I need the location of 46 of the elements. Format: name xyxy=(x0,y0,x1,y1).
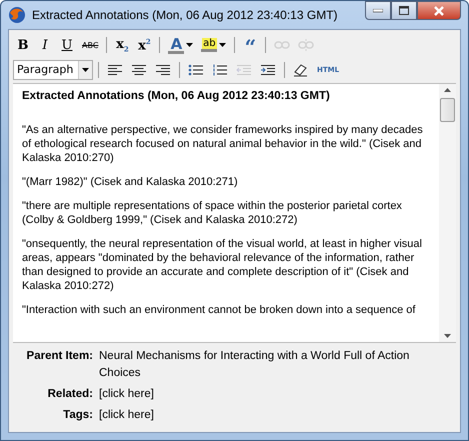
indent-icon xyxy=(260,64,276,76)
maximize-icon xyxy=(399,6,409,15)
bulleted-list-icon xyxy=(188,64,204,76)
scrollbar-thumb[interactable] xyxy=(440,98,455,122)
close-icon xyxy=(434,6,444,16)
blockquote-button[interactable]: “ xyxy=(240,34,260,56)
scroll-up-arrow-icon[interactable] xyxy=(444,88,451,92)
align-right-icon xyxy=(155,64,171,76)
eraser-icon xyxy=(293,63,309,77)
click-here-link[interactable]: [click here] xyxy=(99,386,450,403)
field-label: Parent Item: xyxy=(26,349,93,364)
broken-chain-icon xyxy=(298,39,314,51)
field-label: Related: xyxy=(46,387,93,402)
format-dropdown[interactable]: Paragraph xyxy=(13,60,93,80)
parent-item-value: Neural Mechanisms for Interacting with a World Full of Action Choices xyxy=(99,349,410,381)
outdent-icon xyxy=(236,64,252,76)
scrollbar[interactable] xyxy=(439,84,456,342)
annotation-paragraph: "(Marr 1982)" (Cisek and Kalaska 2010:271) xyxy=(22,175,239,189)
click-here-link[interactable]: [click here] xyxy=(99,407,450,424)
minimize-button[interactable] xyxy=(365,1,391,20)
note-heading: Extracted Annotations (Mon, 06 Aug 2012 23:40:13 GMT) xyxy=(22,89,331,103)
minimize-icon xyxy=(373,8,383,12)
caret-icon xyxy=(219,43,226,47)
italic-button[interactable]: I xyxy=(35,34,55,56)
annotation-paragraph: "onsequently, the neural representation of the visual world, at least in higher visual areas, appears "dominated by the behavioral relevance of the information, rather than designed to provide an accurate and complete description of it" (Cisek and Kalaska 2010:272) xyxy=(22,237,423,293)
align-center-icon xyxy=(131,64,147,76)
superscript-button[interactable]: x$^{2}$ xyxy=(134,34,154,56)
annotation-paragraph: "there are multiple representations of space within the posterior parietal cortex (Colby & Goldberg 1999," (Cisek and Kalaska 2010:272) xyxy=(22,199,403,227)
align-left-icon xyxy=(107,64,123,76)
underline-button[interactable]: U xyxy=(57,34,77,56)
field-label: Tags: xyxy=(62,408,93,423)
subscript-button[interactable]: x$_{2}$ xyxy=(112,34,132,56)
caret-icon xyxy=(186,43,194,47)
maximize-button[interactable] xyxy=(391,1,417,20)
strikethrough-button[interactable]: ABC xyxy=(79,34,102,56)
text-color-button[interactable]: A xyxy=(165,34,196,56)
window-title: Extracted Annotations (Mon, 06 Aug 2012 23:40:13 GMT) xyxy=(32,8,339,22)
chain-link-icon xyxy=(274,39,290,51)
close-button[interactable] xyxy=(417,1,461,20)
caret-icon xyxy=(82,68,89,72)
bold-button[interactable]: B xyxy=(13,34,33,56)
annotation-paragraph: "As an alternative perspective, we consider frameworks inspired by many decades of ethological research focused on natural animal behavior in the wild." (Cisek and Kalaska 2010:270) xyxy=(22,123,424,165)
scroll-down-arrow-icon[interactable] xyxy=(444,334,451,338)
numbered-list-icon xyxy=(212,64,228,76)
annotation-paragraph: "Interaction with such an environment cannot be broken down into a sequence of xyxy=(22,303,416,317)
highlight-button[interactable]: ab xyxy=(198,34,230,56)
